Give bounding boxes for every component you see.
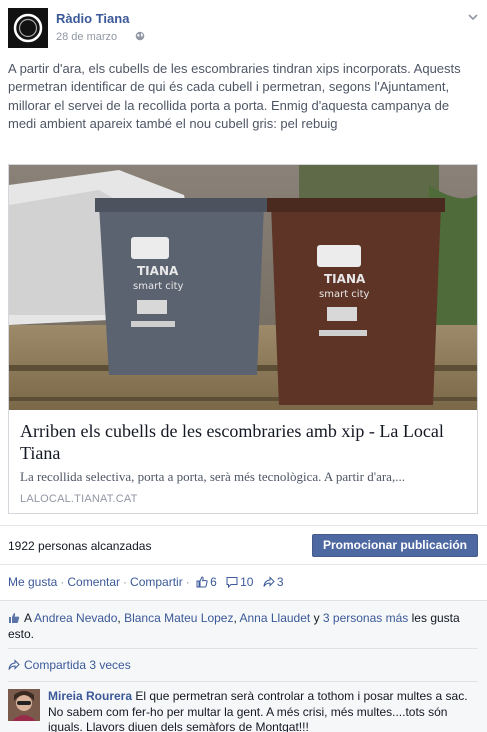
radio-logo-icon (8, 8, 48, 48)
comment: Mireia Rourera El que permetran serà con… (8, 689, 478, 732)
svg-text:TIANA: TIANA (324, 272, 366, 286)
avatar-photo (8, 689, 40, 721)
page-avatar[interactable] (8, 8, 48, 48)
link-preview-card[interactable]: TIANA smart city TIANA smart city Arribe… (8, 164, 478, 514)
separator: · (60, 574, 65, 589)
facebook-post: Ràdio Tiana 28 de marzo A partir d'ara, … (0, 0, 487, 732)
action-links: Me gusta · Comentar · Compartir · 6 10 3 (8, 574, 290, 590)
shares-text[interactable]: Compartida 3 veces (24, 658, 131, 672)
likes-others-link[interactable]: 3 personas más (323, 611, 408, 625)
post-header: Ràdio Tiana 28 de marzo (8, 8, 479, 48)
post-body: A partir d'ara, els cubells de les escom… (8, 61, 461, 132)
share-arrow-icon (8, 659, 20, 670)
likes-summary: A Andrea Nevado, Blanca Mateu Lopez, Ann… (8, 611, 460, 641)
comment-count[interactable]: 10 (240, 575, 253, 589)
comment-author[interactable]: Mireia Rourera (48, 689, 132, 703)
like-count[interactable]: 6 (210, 575, 217, 589)
svg-text:smart city: smart city (319, 289, 369, 300)
speech-bubble-icon (226, 576, 238, 588)
thumbs-up-icon (196, 576, 208, 588)
liker-name[interactable]: Blanca Mateu Lopez (124, 611, 233, 625)
separator: · (123, 574, 128, 589)
comment-body: Mireia Rourera El que permetran serà con… (48, 689, 468, 732)
divider (8, 648, 478, 649)
link-title[interactable]: Arriben els cubells de les escombraries … (20, 420, 468, 464)
likes-prefix: A (24, 611, 32, 625)
link-description: La recollida selectiva, porta a porta, s… (20, 469, 405, 484)
share-link[interactable]: Compartir (130, 575, 183, 589)
shares-summary[interactable]: Compartida 3 veces (8, 658, 131, 672)
commenter-avatar[interactable] (8, 689, 40, 721)
garbage-bins-photo: TIANA smart city TIANA smart city (9, 165, 477, 410)
reach-count[interactable]: 1922 personas alcanzadas (8, 539, 151, 553)
like-link[interactable]: Me gusta (8, 575, 57, 589)
globe-icon (135, 31, 145, 41)
liker-name[interactable]: Anna Llaudet (240, 611, 311, 625)
feedback-section: A Andrea Nevado, Blanca Mateu Lopez, Ann… (0, 600, 487, 732)
liker-name[interactable]: Andrea Nevado (34, 611, 117, 625)
link-domain: LALOCAL.TIANAT.CAT (20, 493, 138, 505)
thumbs-up-icon (9, 613, 20, 623)
svg-text:smart city: smart city (133, 281, 183, 292)
page-name[interactable]: Ràdio Tiana (56, 11, 129, 26)
comment-link[interactable]: Comentar (67, 575, 120, 589)
divider (8, 681, 478, 682)
chevron-down-icon[interactable] (467, 11, 479, 23)
post-date[interactable]: 28 de marzo (56, 31, 117, 43)
reach-bar: 1922 personas alcanzadas Promocionar pub… (0, 525, 487, 565)
share-arrow-icon (263, 576, 275, 587)
separator: · (185, 574, 190, 589)
share-count[interactable]: 3 (277, 575, 284, 589)
promote-button[interactable]: Promocionar publicación (311, 534, 478, 557)
svg-text:TIANA: TIANA (137, 264, 179, 278)
link-image[interactable]: TIANA smart city TIANA smart city (9, 165, 477, 410)
